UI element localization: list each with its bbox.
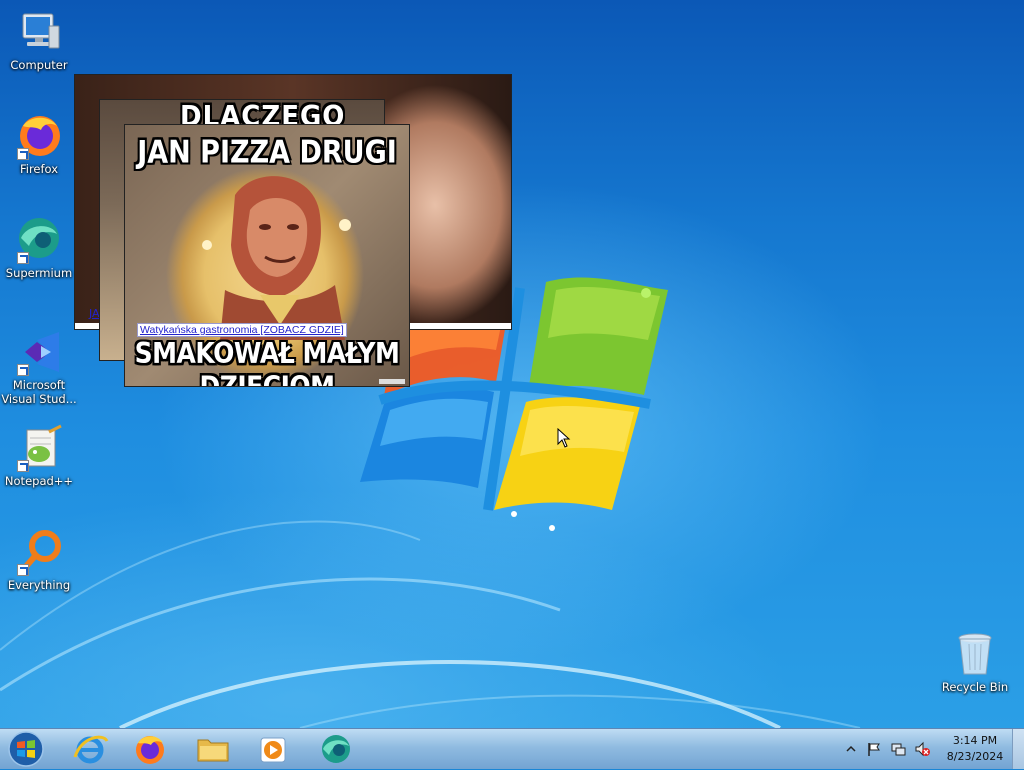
taskbar-supermium[interactable]	[313, 731, 359, 767]
desktop-icon-supermium[interactable]: Supermium	[1, 216, 77, 280]
mouse-cursor-icon	[557, 428, 571, 448]
popup-ad-link[interactable]: Watykańska gastronomia [ZOBACZ GDZIE]	[137, 323, 347, 337]
firefox-icon	[15, 112, 63, 160]
desktop-icon-label: Recycle Bin	[941, 680, 1009, 694]
supermium-icon	[15, 216, 63, 264]
desktop-icon-label: Notepad++	[4, 474, 74, 488]
start-button[interactable]	[6, 731, 46, 767]
taskbar-media-player[interactable]	[250, 731, 296, 767]
desktop-icon-recycle-bin[interactable]: Recycle Bin	[937, 630, 1013, 694]
internet-explorer-icon	[73, 735, 109, 764]
notepad-plus-plus-icon	[15, 424, 63, 472]
volume-muted-icon[interactable]	[914, 741, 930, 757]
desktop-icon-label: Firefox	[19, 162, 59, 176]
shortcut-arrow-icon	[17, 364, 29, 376]
meme-top-text: JAN PIZZA DRUGI	[137, 134, 397, 171]
desktop-icon-computer[interactable]: Computer	[1, 8, 77, 72]
desktop-icon-label: Everything	[7, 578, 71, 592]
meme-watermark	[379, 379, 405, 384]
taskbar-clock[interactable]: 3:14 PM 8/23/2024	[940, 733, 1010, 765]
shortcut-arrow-icon	[17, 252, 29, 264]
shortcut-arrow-icon	[17, 564, 29, 576]
folder-icon	[197, 739, 229, 762]
supermium-icon	[322, 735, 350, 763]
shortcut-arrow-icon	[17, 460, 29, 472]
taskbar-internet-explorer[interactable]	[67, 731, 113, 767]
show-hidden-icons-chevron[interactable]	[843, 741, 859, 757]
desktop-icon-label: Microsoft Visual Stud...	[1, 378, 77, 406]
shortcut-arrow-icon	[17, 148, 29, 160]
computer-icon	[15, 8, 63, 56]
show-desktop-button[interactable]	[1012, 729, 1024, 769]
desktop-icon-label: Supermium	[5, 266, 73, 280]
media-player-icon	[260, 737, 286, 763]
popup-ad-front[interactable]: JAN PIZZA DRUGI Watykańska gastronomia […	[125, 125, 409, 386]
firefox-icon	[136, 736, 164, 764]
clock-date: 8/23/2024	[946, 750, 1004, 763]
desktop-icon-notepad-plus-plus[interactable]: Notepad++	[1, 424, 77, 488]
windows-start-icon	[8, 731, 44, 767]
meme-bottom-text: SMAKOWAŁ MAŁYM DZIECIOM	[134, 336, 400, 386]
action-center-flag-icon[interactable]	[866, 741, 882, 757]
taskbar-windows-explorer[interactable]	[190, 731, 236, 767]
taskbar-firefox[interactable]	[127, 731, 173, 767]
desktop-icon-label: Computer	[10, 58, 68, 72]
everything-search-icon	[15, 528, 63, 576]
desktop-icon-visual-studio[interactable]: Microsoft Visual Stud...	[1, 328, 77, 406]
desktop-icon-everything[interactable]: Everything	[1, 528, 77, 592]
visual-studio-icon	[15, 328, 63, 376]
desktop-icon-firefox[interactable]: Firefox	[1, 112, 77, 176]
clock-time: 3:14 PM	[952, 734, 998, 747]
network-icon[interactable]	[890, 741, 906, 757]
popup-link-stub[interactable]: JA	[89, 307, 100, 320]
recycle-bin-icon	[951, 630, 999, 678]
taskbar: 3:14 PM 8/23/2024	[0, 728, 1024, 769]
